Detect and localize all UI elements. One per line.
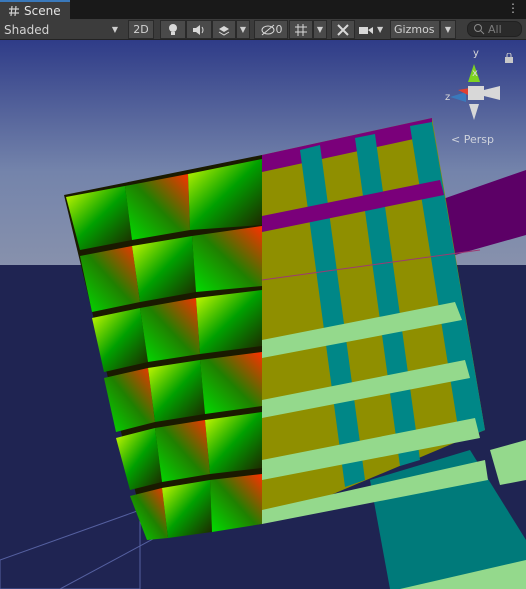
gizmo-y-label: y <box>473 48 479 59</box>
projection-toggle[interactable]: < Persp <box>451 133 494 146</box>
scene-toolbar: Shaded ▼ 2D ▼ 0 ▼ ▼ Gizmos ▼ All <box>0 19 526 40</box>
gizmos-dropdown-button[interactable]: ▼ <box>440 20 456 39</box>
kebab-menu-icon[interactable]: ⋮ <box>507 1 519 15</box>
grid-dropdown-button[interactable]: ▼ <box>313 20 327 39</box>
lightbulb-icon <box>169 23 177 35</box>
dropdown-arrow-icon: ▼ <box>239 25 247 34</box>
gizmos-label: Gizmos <box>394 23 435 36</box>
search-icon <box>474 24 485 35</box>
projection-arrow-icon: < <box>451 133 461 146</box>
dropdown-arrow-icon: ▼ <box>111 25 118 34</box>
grid-toggle-button[interactable] <box>289 20 313 39</box>
dropdown-arrow-icon: ▼ <box>316 25 324 34</box>
lock-icon[interactable] <box>504 53 514 63</box>
effects-toggle-button[interactable] <box>212 20 236 39</box>
camera-dropdown[interactable]: ▼ <box>358 20 388 39</box>
2d-toggle-button[interactable]: 2D <box>128 20 154 39</box>
hidden-eye-icon <box>261 24 274 35</box>
scene-tab[interactable]: Scene <box>0 0 70 19</box>
camera-icon <box>359 26 373 34</box>
scene-tab-label: Scene <box>24 3 61 18</box>
shading-mode-dropdown[interactable]: Shaded ▼ <box>4 20 120 39</box>
layers-icon <box>218 25 230 36</box>
hash-icon <box>9 5 19 16</box>
scene-viewport[interactable]: y z x < Persp <box>0 40 526 589</box>
hidden-count: 0 <box>275 23 283 36</box>
search-placeholder: All <box>488 22 502 36</box>
tools-icon <box>337 23 349 36</box>
projection-label: Persp <box>463 133 494 146</box>
speaker-icon <box>193 24 204 35</box>
gizmo-x-label: x <box>472 68 478 79</box>
lighting-toggle-button[interactable] <box>160 20 186 39</box>
gizmo-center-icon[interactable] <box>468 86 484 100</box>
gizmos-button[interactable]: Gizmos <box>390 20 440 39</box>
dropdown-arrow-icon: ▼ <box>377 25 384 34</box>
shading-mode-value: Shaded <box>4 22 50 37</box>
grid-icon <box>295 23 307 36</box>
tab-bar: Scene ⋮ <box>0 0 526 19</box>
dropdown-arrow-icon: ▼ <box>444 25 452 34</box>
audio-toggle-button[interactable] <box>186 20 212 39</box>
tools-button[interactable] <box>331 20 355 39</box>
scene-visibility-button[interactable]: 0 <box>254 20 288 39</box>
2d-label: 2D <box>133 23 149 36</box>
gizmo-z-label: z <box>445 92 450 103</box>
scene-render: y z x <box>0 40 526 589</box>
effects-dropdown-button[interactable]: ▼ <box>236 20 250 39</box>
search-field[interactable]: All <box>467 21 522 37</box>
